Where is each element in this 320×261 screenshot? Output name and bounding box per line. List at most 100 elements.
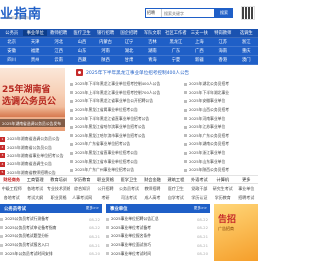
nav-item[interactable]: 三支一扶 (188, 30, 211, 36)
nav-item[interactable]: 广东 (164, 48, 187, 54)
promo-ad[interactable]: 告招 广告招商 (214, 204, 258, 261)
side-news-item[interactable]: 1 2025年湖南省选调公务员公告 (0, 135, 65, 143)
news-link[interactable]: 2025年陕西公务员招考 (189, 167, 229, 173)
list-item-link[interactable]: 2025公务员考试行测备考 (5, 216, 49, 222)
subcategory-link[interactable]: 研究生考试 (211, 186, 234, 192)
nav-item[interactable]: 安徽 (0, 48, 23, 54)
subcategory-link[interactable]: 学历认证 (188, 195, 211, 201)
more-link[interactable]: 更多>> (86, 206, 99, 211)
list-item-link[interactable]: 2025公务员考试报名入口 (5, 242, 49, 248)
list-item-link[interactable]: 2025事业单位考试时间 (111, 251, 151, 257)
nav-item[interactable]: 辽宁 (117, 39, 140, 45)
nav-item[interactable]: 西藏 (70, 57, 93, 63)
news-link[interactable]: 2025年下半年黑龙江事业单位招考控制400人公告 (75, 81, 160, 87)
nav-item[interactable]: 澳门 (235, 57, 258, 63)
nav-item[interactable]: 重庆 (235, 48, 258, 54)
list-item-link[interactable]: 2025事业单位报名条件 (111, 233, 151, 239)
subcategory-link[interactable]: 中级工程师 (0, 186, 23, 192)
side-news-link[interactable]: 2025年湖南省选调生公告 (7, 161, 52, 167)
subcategory-link[interactable]: 各地考试 (0, 195, 23, 201)
category-tab[interactable]: 外语考试 (188, 177, 211, 183)
more-link[interactable]: 更多>> (194, 206, 207, 211)
subcategory-link[interactable]: 司法考试 (117, 195, 140, 201)
news-link[interactable]: 2025年黑龙江省属事业单位招考公告 (75, 107, 138, 113)
list-item-link[interactable]: 2025事业单位面试技巧 (111, 242, 151, 248)
nav-item[interactable]: 福建 (23, 48, 46, 54)
side-news-link[interactable]: 2025年湖南省选调公务员公告 (7, 136, 60, 142)
news-link[interactable]: 2025年广东省事业单位招考公告 (75, 141, 130, 147)
side-news-link[interactable]: 2025年湖南省公务员公告 (7, 145, 52, 151)
list-item-link[interactable]: 2025事业单位招聘公告汇总 (111, 216, 159, 222)
subcategory-link[interactable]: 医疗卫生 (164, 186, 187, 192)
subcategory-link[interactable]: 人事考试网 (70, 195, 93, 201)
list-item[interactable]: 2025事业单位报名条件 08-21 (106, 232, 210, 241)
subcategory-link[interactable]: 招聘考试 (235, 195, 258, 201)
side-news-item[interactable]: 4 2025年湖南省选调生公告 (0, 160, 65, 168)
list-item[interactable]: 2025事业单位招聘公告汇总 08-22 (106, 215, 210, 224)
nav-item[interactable]: 新疆 (188, 57, 211, 63)
news-link[interactable]: 2025年浙江事业单位 (189, 150, 225, 156)
category-tab[interactable]: 职业资格 (94, 177, 117, 183)
nav-item[interactable]: 上海 (188, 39, 211, 45)
nav-item[interactable]: 河北 (47, 39, 70, 45)
category-tab[interactable]: 财会金融 (141, 177, 164, 183)
subcategory-link[interactable]: 考试大纲 (23, 195, 46, 201)
subcategory-link[interactable]: 职业资格 (47, 195, 70, 201)
nav-item[interactable]: 广西 (188, 48, 211, 54)
list-item-link[interactable]: 2025公务员笔试题型分析 (5, 233, 49, 239)
nav-item[interactable]: 事业单位 (23, 30, 47, 36)
nav-item[interactable]: 医疗卫生 (70, 30, 93, 36)
nav-item[interactable]: 四川 (0, 57, 23, 63)
nav-item[interactable]: 吉林 (141, 39, 164, 45)
subcategory-link[interactable]: 专业技术资格 (47, 186, 70, 192)
list-item[interactable]: 2025事业单位面试技巧 08-21 (106, 241, 210, 250)
news-link[interactable]: 2025年下半年湖北事业 (189, 90, 229, 96)
nav-item[interactable]: 北京 (0, 39, 23, 45)
subcategory-link[interactable]: 事业单位 (235, 186, 258, 192)
nav-item[interactable]: 宁夏 (164, 57, 187, 63)
nav-item[interactable]: 甘肃 (117, 57, 140, 63)
search-category-select[interactable]: 招聘 (146, 9, 162, 17)
nav-item[interactable]: 青海 (141, 57, 164, 63)
subcategory-link[interactable]: 公务员考试 (117, 186, 140, 192)
subcategory-link[interactable]: 学历教育 (211, 195, 234, 201)
category-tab[interactable]: 财经商务 (0, 177, 23, 183)
news-link[interactable]: 2025年广东广州事业单位招考公告 (75, 167, 134, 173)
news-link[interactable]: 2025年湖北公务员招考 (189, 81, 229, 87)
subcategory-link[interactable]: 综合知识 (70, 186, 93, 192)
nav-item[interactable]: 浙江 (235, 39, 258, 45)
nav-item[interactable]: 内蒙古 (94, 39, 117, 45)
category-tab[interactable]: 更多 (235, 177, 258, 183)
list-item[interactable]: 2025公务员考试报名入口 08-21 (0, 241, 102, 250)
nav-item[interactable]: 海南 (211, 48, 234, 54)
category-tab[interactable]: 建筑工程 (164, 177, 187, 183)
nav-item[interactable]: 黑龙江 (164, 39, 187, 45)
list-item-link[interactable]: 2025年公务员考试时间安排 (5, 251, 53, 257)
subcategory-link[interactable]: 各地考试 (23, 186, 46, 192)
news-link[interactable]: 2025年黑龙江省哈尔滨事业单位招考公告 (75, 124, 145, 130)
list-item-link[interactable]: 2025事业单位考试备考 (111, 225, 151, 231)
nav-item[interactable]: 山西 (70, 39, 93, 45)
news-link[interactable]: 2025年江苏事业单位 (189, 124, 225, 130)
search-input[interactable] (162, 9, 214, 17)
side-news-item[interactable]: 3 2025年湖南省事业单位招考公告 (0, 152, 65, 160)
nav-item[interactable]: 天津 (23, 39, 46, 45)
nav-item[interactable]: 河南 (94, 48, 117, 54)
news-link[interactable]: 2025年安徽事业单位 (189, 98, 225, 104)
nav-item[interactable]: 江西 (47, 48, 70, 54)
news-link[interactable]: 2025年黑龙江省直事业单位招考公告 (75, 150, 138, 156)
list-item[interactable]: 2025事业单位考试时间 08-20 (106, 249, 210, 258)
category-tab[interactable]: 医学卫生 (117, 177, 140, 183)
side-news-link[interactable]: 2025年湖南省事业单位招考公告 (7, 153, 64, 159)
list-item[interactable]: 2025年公务员考试时间安排 08-20 (0, 249, 102, 258)
category-tab[interactable]: 学历教育 (70, 177, 93, 183)
category-tab[interactable]: 工商管理 (23, 177, 46, 183)
nav-item[interactable]: 山东 (70, 48, 93, 54)
search-button[interactable]: 搜索 (215, 8, 233, 18)
news-link[interactable]: 2025年山东事业单位 (189, 159, 225, 165)
subcategory-link[interactable]: 成人高考 (141, 195, 164, 201)
nav-item[interactable]: 社区工作者 (164, 30, 187, 36)
nav-item[interactable]: 云南 (47, 57, 70, 63)
nav-item[interactable]: 湖北 (117, 48, 140, 54)
nav-item[interactable]: 公务员 (0, 30, 23, 36)
